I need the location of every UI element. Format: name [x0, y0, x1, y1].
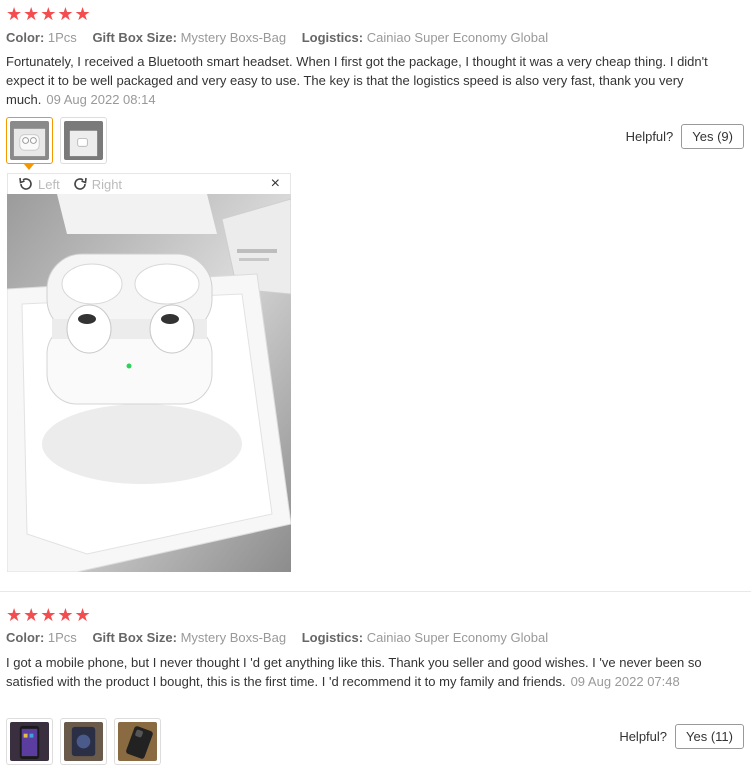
earbuds-photo: [7, 194, 291, 572]
helpful-section: Helpful? Yes (9): [626, 124, 744, 149]
rotate-left-label: Left: [38, 176, 60, 192]
review-attributes: Color: 1Pcs Gift Box Size: Mystery Boxs-…: [6, 630, 548, 645]
earbuds-thumb-image: [10, 121, 49, 160]
review-thumbnails: [6, 718, 161, 765]
rotate-left-icon: [19, 177, 32, 190]
logistics-value: Cainiao Super Economy Global: [366, 30, 549, 45]
review-attributes: Color: 1Pcs Gift Box Size: Mystery Boxs-…: [6, 30, 548, 45]
review-thumbnails: [6, 117, 107, 170]
earbuds-box-thumb-image: [64, 121, 103, 160]
review-text: Fortunately, I received a Bluetooth smar…: [6, 52, 726, 109]
active-caret-icon: [24, 164, 34, 170]
review-date: 09 Aug 2022 08:14: [46, 92, 156, 107]
gift-box-value: Mystery Boxs-Bag: [180, 630, 287, 645]
color-value: 1Pcs: [47, 30, 77, 45]
thumbnail-earbuds-box[interactable]: [60, 117, 107, 164]
gift-box-label: Gift Box Size:: [92, 30, 177, 45]
rotate-right-label: Right: [91, 176, 123, 192]
gift-box-label: Gift Box Size:: [92, 630, 177, 645]
review-date: 09 Aug 2022 07:48: [570, 674, 680, 689]
helpful-label: Helpful?: [619, 729, 668, 744]
review-2: ★★★★★ Color: 1Pcs Gift Box Size: Mystery…: [0, 600, 751, 770]
thumbnail-earbuds-case[interactable]: [6, 117, 53, 170]
logistics-value: Cainiao Super Economy Global: [366, 630, 549, 645]
helpful-label: Helpful?: [625, 129, 674, 144]
viewer-toolbar: Left Right ×: [7, 173, 291, 194]
logistics-label: Logistics:: [301, 30, 364, 45]
thumbnail-phone-screen[interactable]: [6, 718, 53, 765]
rotate-left-button[interactable]: Left: [18, 176, 60, 192]
image-viewer: Left Right ×: [7, 173, 291, 572]
helpful-section: Helpful? Yes (11): [619, 724, 744, 749]
phone-screen-thumb-image: [10, 722, 49, 761]
rotate-right-icon: [73, 177, 87, 190]
phone-box-thumb-image: [64, 722, 103, 761]
color-value: 1Pcs: [47, 630, 77, 645]
star-rating: ★★★★★: [6, 605, 92, 625]
thumbnail-phone-box[interactable]: [60, 718, 107, 765]
helpful-yes-button[interactable]: Yes (9): [681, 124, 744, 149]
close-icon[interactable]: ×: [271, 175, 280, 193]
star-rating: ★★★★★: [6, 4, 92, 24]
helpful-yes-button[interactable]: Yes (11): [675, 724, 744, 749]
gift-box-value: Mystery Boxs-Bag: [180, 30, 287, 45]
color-label: Color:: [6, 30, 45, 45]
color-label: Color:: [6, 630, 45, 645]
rotate-right-button[interactable]: Right: [72, 176, 122, 192]
thumbnail-phone-back[interactable]: [114, 718, 161, 765]
review-divider: [0, 591, 751, 592]
logistics-label: Logistics:: [301, 630, 364, 645]
phone-back-thumb-image: [118, 722, 157, 761]
review-text: I got a mobile phone, but I never though…: [6, 653, 726, 691]
